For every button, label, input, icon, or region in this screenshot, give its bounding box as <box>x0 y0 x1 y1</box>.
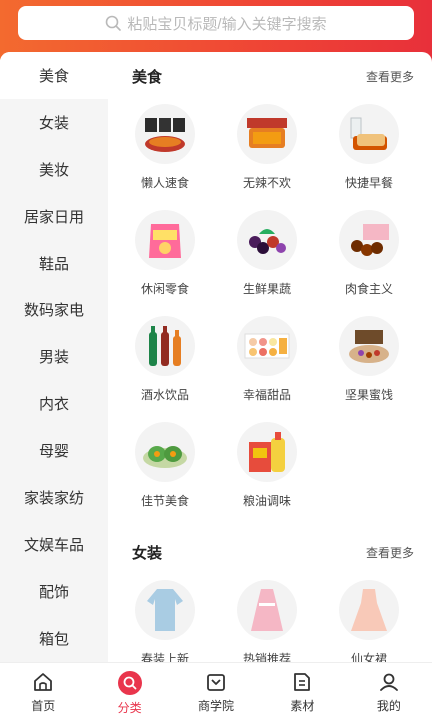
subcategory-item[interactable]: 热销推荐 <box>216 572 318 662</box>
sidebar-item-baby[interactable]: 母婴 <box>0 427 108 474</box>
subcategory-item[interactable]: 粮油调味 <box>216 414 318 520</box>
search-icon <box>106 15 122 31</box>
subcategory-item[interactable]: 肉食主义 <box>318 202 420 308</box>
sidebar-item-household[interactable]: 居家日用 <box>0 193 108 240</box>
category-content: 美食 查看更多 懒人速食 无辣不欢 快捷早餐 休闲零食 生鲜果蔬 肉食主义 酒水… <box>108 52 432 662</box>
search-input[interactable]: 粘贴宝贝标题/输入关键字搜索 <box>18 6 414 40</box>
view-more-link[interactable]: 查看更多 <box>366 544 414 561</box>
nuts-box-image <box>339 316 399 376</box>
sidebar-item-bags[interactable]: 箱包 <box>0 615 108 662</box>
snack-bag-image <box>135 210 195 270</box>
subcategory-item[interactable]: 生鲜果蔬 <box>216 202 318 308</box>
breakfast-bread-image <box>339 104 399 164</box>
subcategory-item[interactable]: 仙女裙 <box>318 572 420 662</box>
bottom-tab-bar: 首页 分类 商学院 素材 我的 <box>0 662 432 720</box>
meat-snack-image <box>339 210 399 270</box>
tab-category[interactable]: 分类 <box>86 663 172 720</box>
subcategory-item[interactable]: 佳节美食 <box>114 414 216 520</box>
search-icon <box>117 671 142 695</box>
subcategory-item[interactable]: 幸福甜品 <box>216 308 318 414</box>
view-more-link[interactable]: 查看更多 <box>366 68 414 85</box>
tab-material[interactable]: 素材 <box>259 663 345 720</box>
spicy-snack-image <box>237 104 297 164</box>
sidebar-item-accessories[interactable]: 配饰 <box>0 568 108 615</box>
grain-oil-image <box>237 422 297 482</box>
home-icon <box>34 673 53 691</box>
subcategory-item[interactable]: 无辣不欢 <box>216 96 318 202</box>
sidebar-item-shoes[interactable]: 鞋品 <box>0 240 108 287</box>
subcategory-item[interactable]: 快捷早餐 <box>318 96 420 202</box>
macaron-box-image <box>237 316 297 376</box>
category-sidebar: 美食 女装 美妆 居家日用 鞋品 数码家电 男装 内衣 母婴 家装家纺 文娱车品… <box>0 52 108 662</box>
section-header-food: 美食 查看更多 <box>108 52 432 96</box>
hot-sale-dress-image <box>237 580 297 640</box>
tab-home[interactable]: 首页 <box>0 663 86 720</box>
sidebar-item-womens[interactable]: 女装 <box>0 99 108 146</box>
sidebar-item-underwear[interactable]: 内衣 <box>0 380 108 427</box>
spring-blouse-image <box>135 580 195 640</box>
subcategory-item[interactable]: 懒人速食 <box>114 96 216 202</box>
academy-icon <box>207 674 225 691</box>
tab-profile[interactable]: 我的 <box>346 663 432 720</box>
instant-noodles-image <box>135 104 195 164</box>
subcategory-item[interactable]: 春装上新 <box>114 572 216 662</box>
drinks-image <box>135 316 195 376</box>
sidebar-item-electronics[interactable]: 数码家电 <box>0 286 108 333</box>
section-title: 美食 <box>132 69 163 86</box>
section-title: 女装 <box>132 545 163 562</box>
sidebar-item-beauty[interactable]: 美妆 <box>0 146 108 193</box>
category-panel: 美食 女装 美妆 居家日用 鞋品 数码家电 男装 内衣 母婴 家装家纺 文娱车品… <box>0 52 432 662</box>
sidebar-item-home-textile[interactable]: 家装家纺 <box>0 474 108 521</box>
fresh-berries-image <box>237 210 297 270</box>
subcategory-item[interactable]: 休闲零食 <box>114 202 216 308</box>
search-placeholder: 粘贴宝贝标题/输入关键字搜索 <box>127 15 327 33</box>
subcategory-grid: 春装上新 热销推荐 仙女裙 <box>108 572 432 662</box>
tab-academy[interactable]: 商学院 <box>173 663 259 720</box>
fairy-dress-image <box>339 580 399 640</box>
sidebar-item-food[interactable]: 美食 <box>0 52 108 99</box>
sidebar-item-mens[interactable]: 男装 <box>0 333 108 380</box>
profile-icon <box>379 673 398 691</box>
subcategory-item[interactable]: 坚果蜜饯 <box>318 308 420 414</box>
sidebar-item-entertainment-auto[interactable]: 文娱车品 <box>0 521 108 568</box>
material-icon <box>294 673 311 691</box>
festival-food-image <box>135 422 195 482</box>
subcategory-item[interactable]: 酒水饮品 <box>114 308 216 414</box>
section-header-womens: 女装 查看更多 <box>108 528 432 572</box>
subcategory-grid: 懒人速食 无辣不欢 快捷早餐 休闲零食 生鲜果蔬 肉食主义 酒水饮品 幸福甜品 … <box>108 96 432 520</box>
